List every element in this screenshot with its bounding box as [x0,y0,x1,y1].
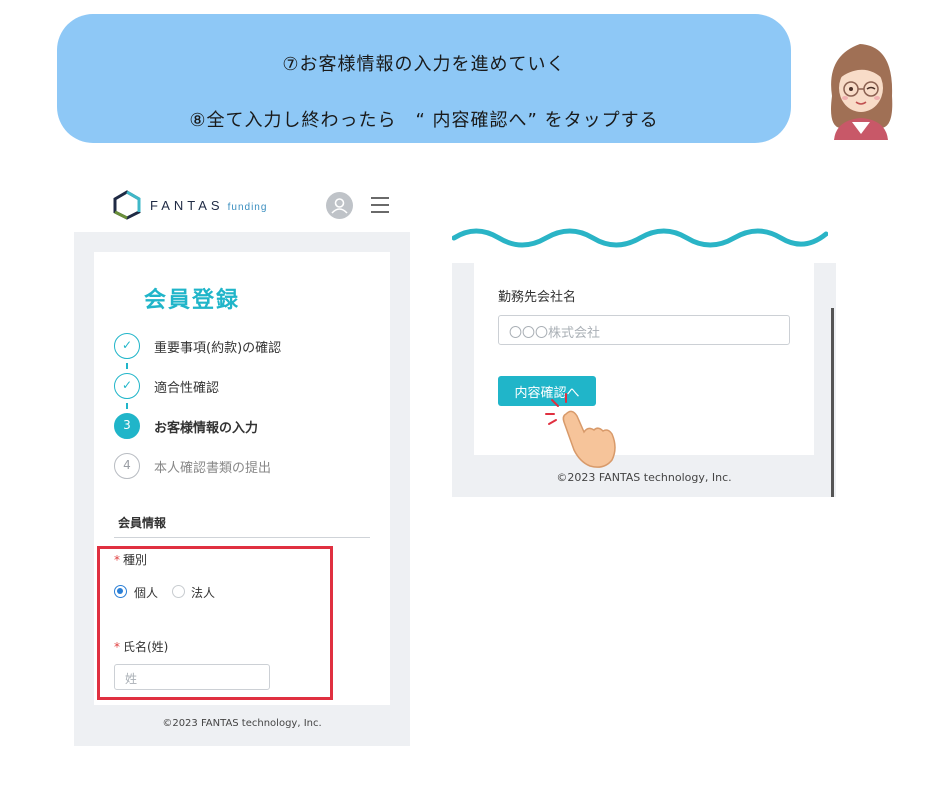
step-connector [126,363,128,369]
page-title: 会員登録 [144,288,241,313]
step-connector [126,403,128,409]
step-1: ✓ 重要事項(約款)の確認 [114,333,374,359]
check-icon: ✓ [114,333,140,359]
section-divider [114,537,370,538]
check-icon: ✓ [114,373,140,399]
form-card-bottom: 勤務先会社名 〇〇〇株式会社 内容確認へ [474,263,814,455]
company-label: 勤務先会社名 [498,290,577,305]
instruction-line-1: ⑦お客様情報の入力を進めていく [282,54,566,75]
brand-name: FANTAS [150,198,224,213]
brand-sub: funding [227,202,268,213]
footer-copyright-right: ©2023 FANTAS technology, Inc. [556,471,732,484]
user-icon[interactable] [326,192,353,219]
step-3: 3 お客様情報の入力 [114,413,374,439]
step-number: 4 [114,453,140,479]
company-input[interactable]: 〇〇〇株式会社 [498,315,790,345]
scrollbar[interactable] [831,308,834,497]
highlight-box [97,546,333,700]
footer-copyright: ©2023 FANTAS technology, Inc. [162,718,322,729]
step-4: 4 本人確認書類の提出 [114,453,374,479]
step-2: ✓ 適合性確認 [114,373,374,399]
instruction-line-2: ⑧全て入力し終わったら “ 内容確認へ” をタップする [189,110,659,131]
user-glyph-icon [331,198,348,214]
step-label: 適合性確認 [154,381,220,396]
step-number: 3 [114,413,140,439]
avatar-illustration [831,44,893,140]
top-bar: FANTAS funding [74,180,410,232]
fantas-logo-icon [113,190,141,220]
wavy-divider [452,228,828,248]
instruction-banner: ⑦お客様情報の入力を進めていく ⑧全て入力し終わったら “ 内容確認へ” をタッ… [57,14,791,143]
step-label: 本人確認書類の提出 [154,461,272,476]
pointing-hand-icon [545,393,616,468]
section-title: 会員情報 [118,516,167,530]
step-label: 重要事項(約款)の確認 [154,341,282,356]
brand-logo[interactable]: FANTAS funding [150,198,267,213]
hamburger-menu-icon[interactable] [369,194,391,216]
confirm-screen: 勤務先会社名 〇〇〇株式会社 内容確認へ ©2023 FANTAS techno… [452,263,836,497]
step-label: お客様情報の入力 [154,421,259,436]
